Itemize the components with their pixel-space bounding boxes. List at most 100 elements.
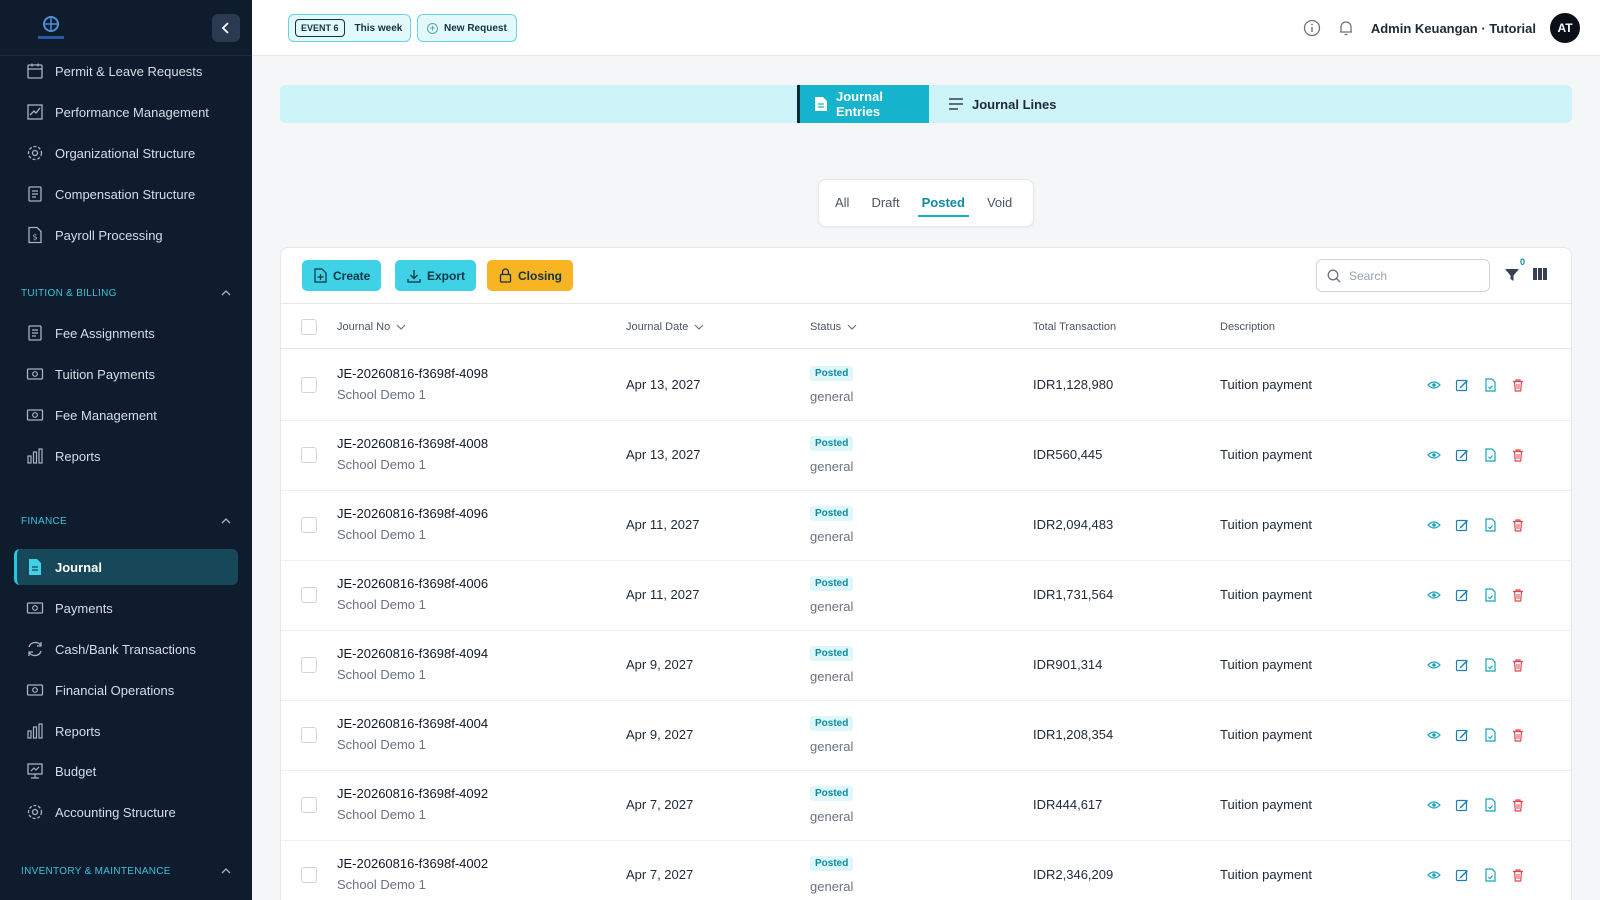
- edit-icon[interactable]: [1454, 867, 1470, 883]
- sidebar-item[interactable]: Budget: [14, 753, 238, 789]
- status-cell: Posted general: [810, 364, 853, 404]
- status-filter-option[interactable]: Posted: [917, 179, 970, 227]
- edit-icon[interactable]: [1454, 657, 1470, 673]
- view-icon[interactable]: [1426, 657, 1442, 673]
- filter-icon[interactable]: [1504, 267, 1520, 288]
- user-name[interactable]: Admin Keuangan · Tutorial: [1371, 21, 1536, 36]
- create-button[interactable]: Create: [302, 260, 382, 291]
- column-header-status[interactable]: Status: [810, 304, 857, 349]
- edit-icon[interactable]: [1454, 517, 1470, 533]
- edit-icon[interactable]: [1454, 727, 1470, 743]
- journal-number[interactable]: JE-20260816-f3698f-4098: [337, 366, 488, 381]
- event-chip[interactable]: EVENT 6 This week: [288, 14, 412, 42]
- table-row[interactable]: JE-20260816-f3698f-4096 School Demo 1 Ap…: [281, 490, 1573, 561]
- table-row[interactable]: JE-20260816-f3698f-4092 School Demo 1 Ap…: [281, 770, 1573, 841]
- file-check-icon[interactable]: [1482, 517, 1498, 533]
- journal-number[interactable]: JE-20260816-f3698f-4006: [337, 576, 488, 591]
- sidebar-section-header[interactable]: INVENTORY & MAINTENANCE: [21, 866, 231, 877]
- row-checkbox[interactable]: [301, 657, 317, 673]
- view-icon[interactable]: [1426, 867, 1442, 883]
- journal-number[interactable]: JE-20260816-f3698f-4096: [337, 506, 488, 521]
- row-checkbox[interactable]: [301, 867, 317, 883]
- journal-number[interactable]: JE-20260816-f3698f-4094: [337, 646, 488, 661]
- column-header-journal-date[interactable]: Journal Date: [626, 304, 704, 349]
- row-checkbox[interactable]: [301, 517, 317, 533]
- file-check-icon[interactable]: [1482, 797, 1498, 813]
- status-filter-option[interactable]: Draft: [871, 179, 899, 227]
- sidebar-item[interactable]: Journal: [14, 549, 238, 585]
- sidebar-item[interactable]: $ Payroll Processing: [14, 217, 238, 253]
- table-row[interactable]: JE-20260816-f3698f-4002 School Demo 1 Ap…: [281, 840, 1573, 900]
- sidebar-item[interactable]: Compensation Structure: [14, 176, 238, 212]
- edit-icon[interactable]: [1454, 377, 1470, 393]
- table-row[interactable]: JE-20260816-f3698f-4098 School Demo 1 Ap…: [281, 350, 1573, 421]
- avatar[interactable]: AT: [1550, 13, 1580, 43]
- file-check-icon[interactable]: [1482, 867, 1498, 883]
- view-icon[interactable]: [1426, 727, 1442, 743]
- new-request-button[interactable]: + New Request: [417, 14, 517, 42]
- trash-icon[interactable]: [1510, 797, 1526, 813]
- sidebar-collapse-button[interactable]: [212, 14, 240, 42]
- sidebar-item[interactable]: Permit & Leave Requests: [14, 53, 238, 89]
- column-header-journal-no[interactable]: Journal No: [337, 304, 406, 349]
- edit-icon[interactable]: [1454, 797, 1470, 813]
- row-checkbox[interactable]: [301, 797, 317, 813]
- file-check-icon[interactable]: [1482, 727, 1498, 743]
- row-checkbox[interactable]: [301, 447, 317, 463]
- bell-icon[interactable]: [1337, 19, 1355, 37]
- sidebar-item[interactable]: Reports: [14, 713, 238, 749]
- row-checkbox[interactable]: [301, 727, 317, 743]
- view-icon[interactable]: [1426, 517, 1442, 533]
- status-cell: Posted general: [810, 574, 853, 614]
- journal-number[interactable]: JE-20260816-f3698f-4002: [337, 856, 488, 871]
- table-row[interactable]: JE-20260816-f3698f-4006 School Demo 1 Ap…: [281, 560, 1573, 631]
- status-filter-option[interactable]: All: [835, 179, 849, 227]
- view-icon[interactable]: [1426, 587, 1442, 603]
- file-check-icon[interactable]: [1482, 657, 1498, 673]
- sidebar-item[interactable]: Accounting Structure: [14, 794, 238, 830]
- sidebar-item[interactable]: Fee Assignments: [14, 315, 238, 351]
- trash-icon[interactable]: [1510, 657, 1526, 673]
- file-check-icon[interactable]: [1482, 587, 1498, 603]
- edit-icon[interactable]: [1454, 587, 1470, 603]
- view-icon[interactable]: [1426, 377, 1442, 393]
- edit-icon[interactable]: [1454, 447, 1470, 463]
- select-all-checkbox[interactable]: [301, 318, 317, 335]
- trash-icon[interactable]: [1510, 377, 1526, 393]
- journal-number[interactable]: JE-20260816-f3698f-4092: [337, 786, 488, 801]
- trash-icon[interactable]: [1510, 867, 1526, 883]
- tab-journal-entries[interactable]: Journal Entries: [797, 85, 929, 123]
- trash-icon[interactable]: [1510, 447, 1526, 463]
- table-row[interactable]: JE-20260816-f3698f-4004 School Demo 1 Ap…: [281, 700, 1573, 771]
- sidebar-section-header[interactable]: FINANCE: [21, 516, 231, 527]
- export-button[interactable]: Export: [395, 260, 477, 291]
- info-icon[interactable]: [1303, 19, 1321, 37]
- trash-icon[interactable]: [1510, 587, 1526, 603]
- table-row[interactable]: JE-20260816-f3698f-4008 School Demo 1 Ap…: [281, 420, 1573, 491]
- status-filter-option[interactable]: Void: [987, 179, 1012, 227]
- sidebar-item[interactable]: Reports: [14, 438, 238, 474]
- sidebar-item[interactable]: Organizational Structure: [14, 135, 238, 171]
- tab-journal-lines[interactable]: Journal Lines: [948, 85, 1057, 123]
- journal-number[interactable]: JE-20260816-f3698f-4004: [337, 716, 488, 731]
- sidebar-item[interactable]: Financial Operations: [14, 672, 238, 708]
- search-input[interactable]: [1349, 268, 1479, 283]
- view-icon[interactable]: [1426, 797, 1442, 813]
- view-icon[interactable]: [1426, 447, 1442, 463]
- sidebar-item[interactable]: Cash/Bank Transactions: [14, 631, 238, 667]
- sidebar-section-header[interactable]: TUITION & BILLING: [21, 288, 231, 299]
- trash-icon[interactable]: [1510, 517, 1526, 533]
- sidebar-item[interactable]: Payments: [14, 590, 238, 626]
- journal-number[interactable]: JE-20260816-f3698f-4008: [337, 436, 488, 451]
- closing-button[interactable]: Closing: [487, 260, 573, 291]
- sidebar-item[interactable]: Performance Management: [14, 94, 238, 130]
- columns-icon[interactable]: [1532, 267, 1548, 286]
- sidebar-item[interactable]: Fee Management: [14, 397, 238, 433]
- trash-icon[interactable]: [1510, 727, 1526, 743]
- file-check-icon[interactable]: [1482, 447, 1498, 463]
- table-row[interactable]: JE-20260816-f3698f-4094 School Demo 1 Ap…: [281, 630, 1573, 701]
- sidebar-item[interactable]: Tuition Payments: [14, 356, 238, 392]
- row-checkbox[interactable]: [301, 377, 317, 393]
- row-checkbox[interactable]: [301, 587, 317, 603]
- file-check-icon[interactable]: [1482, 377, 1498, 393]
